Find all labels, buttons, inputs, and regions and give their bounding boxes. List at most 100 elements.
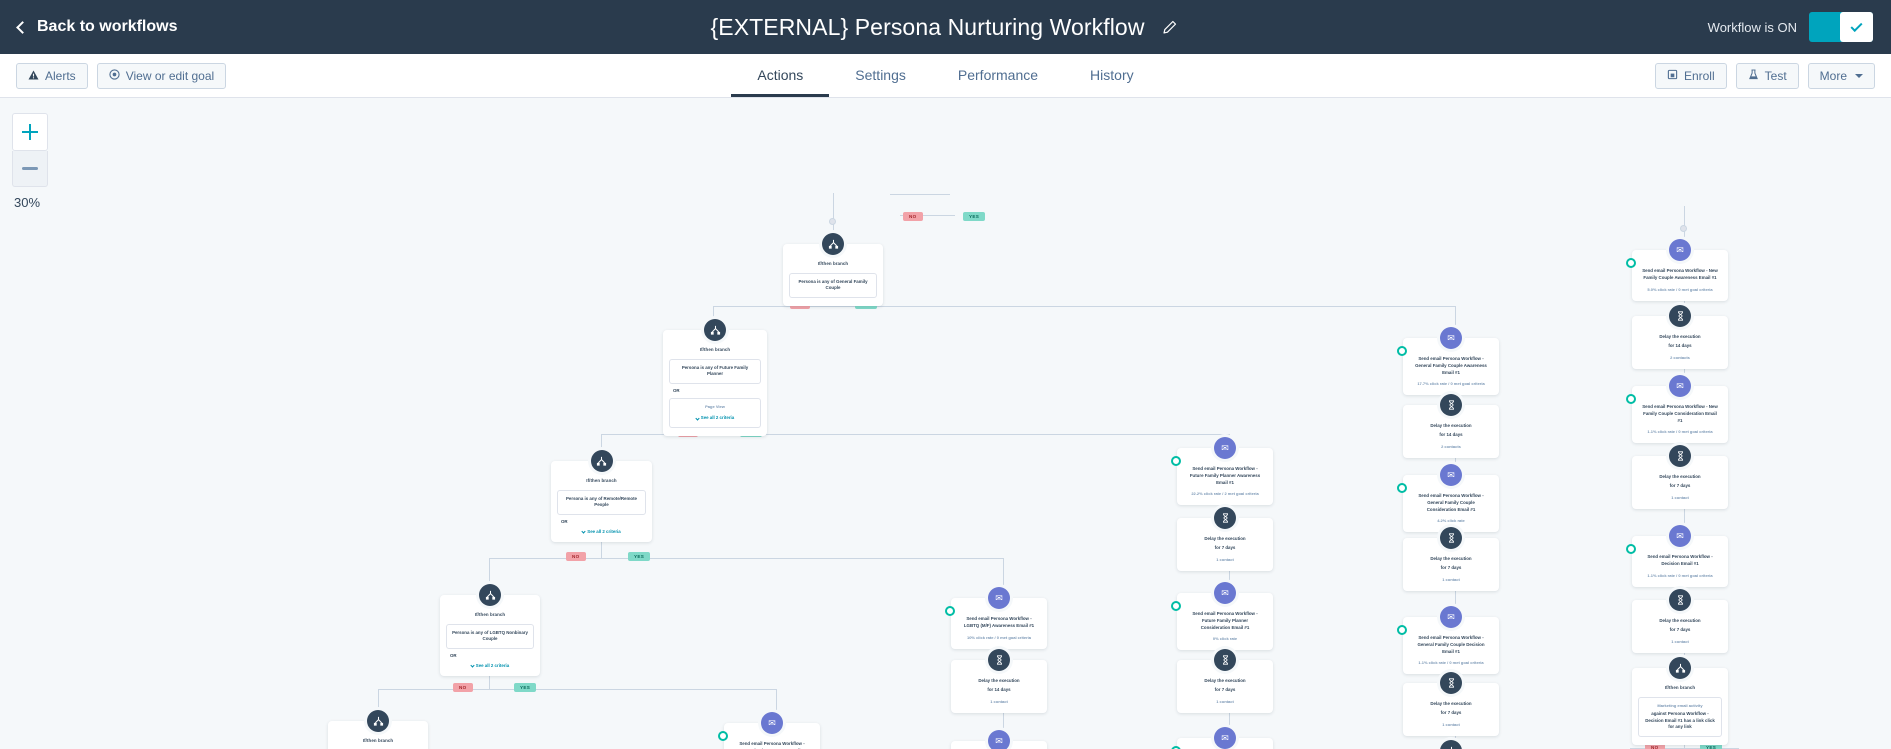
more-button[interactable]: More bbox=[1808, 63, 1875, 89]
workflow-node-branch[interactable]: If/then branch Persona is any of LGBTQ N… bbox=[440, 595, 540, 676]
node-title: Send email Persona Workflow - LGBTQ (NB)… bbox=[730, 741, 814, 749]
workflow-node-branch[interactable]: If/then branch Persona is any of Remote/… bbox=[551, 461, 652, 542]
chevron-left-icon bbox=[16, 21, 29, 34]
workflow-node-branch[interactable]: If/then branch Persona is any of General… bbox=[783, 244, 883, 306]
page-title: {EXTERNAL} Persona Nurturing Workflow bbox=[710, 14, 1144, 41]
zoom-controls: 30% bbox=[12, 113, 48, 210]
enroll-button[interactable]: Enroll bbox=[1655, 63, 1727, 89]
tab-bar: Actions Settings Performance History bbox=[0, 54, 1891, 97]
node-see-all-criteria-link[interactable]: See all 2 criteria bbox=[674, 415, 756, 422]
workflow-node-delay[interactable]: Delay the execution for 14 days 1 contac… bbox=[951, 660, 1047, 713]
workflow-node-delay[interactable]: Delay the execution for 14 days 2 contac… bbox=[1632, 316, 1728, 369]
tab-performance[interactable]: Performance bbox=[932, 67, 1064, 97]
workflow-node-email[interactable]: ✉ Send email Persona Workflow - LGBTQ (M… bbox=[951, 598, 1047, 649]
workflow-on-off-toggle[interactable] bbox=[1809, 12, 1873, 42]
node-subcriteria: Page View bbox=[674, 404, 756, 410]
workflow-node-email[interactable]: ✉ Send email Persona Workflow - New Fami… bbox=[1632, 250, 1728, 301]
branch-label-no: NO bbox=[453, 683, 473, 692]
branch-label-no: NO bbox=[903, 212, 923, 221]
node-contacts: 1 contact bbox=[1638, 495, 1722, 501]
see-all-criteria-label: See all 2 criteria bbox=[476, 663, 509, 668]
hourglass-icon bbox=[1440, 394, 1462, 416]
zoom-out-button[interactable] bbox=[12, 151, 48, 187]
toggle-knob bbox=[1840, 12, 1873, 42]
workflow-node-delay[interactable]: Delay the execution for 7 days 1 contact bbox=[1177, 660, 1273, 713]
alerts-button[interactable]: Alerts bbox=[16, 63, 88, 89]
hourglass-icon bbox=[1440, 672, 1462, 694]
node-title: Send email Persona Workflow - Future Fam… bbox=[1183, 466, 1267, 486]
zoom-in-button[interactable] bbox=[12, 113, 48, 151]
workflow-node-email[interactable]: ✉ Send email Persona Workflow - Future F… bbox=[1177, 448, 1273, 505]
node-title: Delay the execution bbox=[1409, 423, 1493, 430]
email-icon: ✉ bbox=[1214, 727, 1236, 749]
workflow-node-delay[interactable]: Delay the execution for 7 days 1 contact bbox=[1403, 683, 1499, 736]
tab-actions[interactable]: Actions bbox=[731, 67, 829, 97]
node-type-label: If/then branch bbox=[1638, 685, 1722, 692]
chevron-down-icon bbox=[470, 664, 474, 668]
node-title: Delay the execution bbox=[1638, 474, 1722, 481]
enroll-icon bbox=[1667, 69, 1678, 83]
workflow-node-email[interactable]: ✉ Send email Persona Workflow - Future F… bbox=[1177, 593, 1273, 650]
workflow-node-delay[interactable]: Delay the execution for 7 days 1 contact bbox=[1403, 538, 1499, 591]
zoom-level-label: 30% bbox=[12, 195, 48, 210]
email-icon: ✉ bbox=[1440, 327, 1462, 349]
workflow-node-delay[interactable]: Delay the execution for 7 days 1 contact bbox=[1177, 518, 1273, 571]
tab-history[interactable]: History bbox=[1064, 67, 1160, 97]
email-icon: ✉ bbox=[1440, 464, 1462, 486]
hourglass-icon bbox=[988, 649, 1010, 671]
test-button[interactable]: Test bbox=[1736, 63, 1799, 89]
workflow-canvas[interactable]: 30% NO YES NO YES NO YES NO YES NO YES N… bbox=[0, 98, 1891, 749]
node-duration: for 14 days bbox=[1409, 432, 1493, 439]
workflow-node-delay[interactable]: Delay the execution for 14 days 2 contac… bbox=[1403, 405, 1499, 458]
node-contacts: 1 contact bbox=[1183, 557, 1267, 563]
workflow-node-email[interactable]: ✉ Send email Persona Workflow - General … bbox=[1403, 338, 1499, 395]
branch-icon bbox=[367, 710, 389, 732]
branch-icon bbox=[704, 319, 726, 341]
node-duration: for 7 days bbox=[1409, 710, 1493, 717]
workflow-node-branch[interactable]: If/then branch Persona is any of Single … bbox=[328, 721, 428, 749]
goal-marker-icon bbox=[1397, 483, 1407, 493]
email-icon: ✉ bbox=[988, 587, 1010, 609]
workflow-node-email[interactable]: ✉ Send email Persona Workflow - New Fami… bbox=[1632, 386, 1728, 443]
connector bbox=[601, 541, 602, 558]
node-duration: for 7 days bbox=[1183, 687, 1267, 694]
node-stat: 1.1% click rate / 0 met goal criteria bbox=[1638, 573, 1722, 579]
node-contacts: 2 contacts bbox=[1638, 355, 1722, 361]
node-see-all-criteria-link[interactable]: See all 2 criteria bbox=[446, 663, 534, 668]
toolbar-left-group: Alerts View or edit goal bbox=[16, 63, 226, 89]
email-icon: ✉ bbox=[1214, 437, 1236, 459]
view-edit-goal-label: View or edit goal bbox=[126, 69, 215, 83]
hourglass-icon bbox=[1214, 649, 1236, 671]
plus-icon bbox=[22, 124, 38, 140]
goal-marker-icon bbox=[1626, 394, 1636, 404]
workflow-node-email[interactable]: ✉ Send email Persona Workflow - LGBTQ (N… bbox=[724, 723, 820, 749]
tab-settings[interactable]: Settings bbox=[829, 67, 932, 97]
pencil-icon[interactable] bbox=[1159, 16, 1181, 38]
node-title: Send email Persona Workflow - New Family… bbox=[1638, 404, 1722, 424]
workflow-node-delay[interactable]: Delay the execution for 7 days 1 contact bbox=[1632, 456, 1728, 509]
workflow-node-email[interactable]: ✉ Send email Persona Workflow - LGBTQ (M… bbox=[951, 741, 1047, 749]
workflow-node-email[interactable]: ✉ Send email Persona Workflow - General … bbox=[1403, 617, 1499, 674]
goal-marker-icon bbox=[1171, 601, 1181, 611]
node-see-all-criteria-link[interactable]: See all 2 criteria bbox=[557, 529, 646, 534]
enroll-label: Enroll bbox=[1684, 69, 1715, 83]
node-title: Delay the execution bbox=[1183, 536, 1267, 543]
branch-label-yes: YES bbox=[628, 552, 650, 561]
connector bbox=[890, 194, 950, 195]
more-label: More bbox=[1820, 69, 1847, 83]
branch-label-no: NO bbox=[566, 552, 586, 561]
workflow-node-branch[interactable]: If/then branch Persona is any of Future … bbox=[663, 330, 767, 436]
email-icon: ✉ bbox=[988, 730, 1010, 749]
node-type-label: If/then branch bbox=[334, 738, 422, 745]
node-title: Delay the execution bbox=[957, 678, 1041, 685]
node-type-label: If/then branch bbox=[789, 261, 877, 268]
workflow-node-branch[interactable]: If/then branch Marketing email activity … bbox=[1632, 668, 1728, 745]
node-contacts: 1 contact bbox=[1409, 577, 1493, 583]
workflow-node-email[interactable]: ✉ Send email Persona Workflow - General … bbox=[1403, 475, 1499, 532]
node-duration: for 14 days bbox=[1638, 343, 1722, 350]
back-to-workflows-link[interactable]: Back to workflows bbox=[18, 18, 177, 36]
workflow-node-delay[interactable]: Delay the execution for 7 days 1 contact bbox=[1632, 600, 1728, 653]
workflow-node-email[interactable]: ✉ Send email Persona Workflow - Future F… bbox=[1177, 738, 1273, 749]
view-edit-goal-button[interactable]: View or edit goal bbox=[97, 63, 227, 89]
workflow-node-email[interactable]: ✉ Send email Persona Workflow - Decision… bbox=[1632, 536, 1728, 587]
